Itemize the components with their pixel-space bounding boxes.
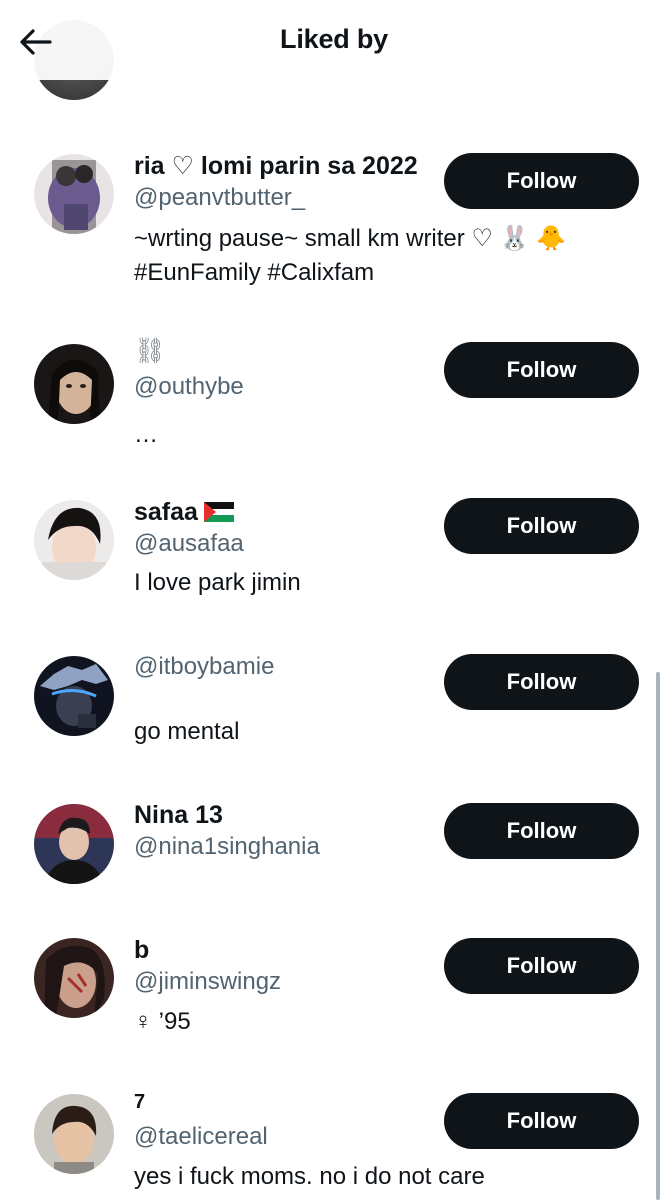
- follow-button[interactable]: Follow: [444, 938, 639, 994]
- user-bio: go mental: [134, 718, 240, 745]
- page-title: Liked by: [280, 24, 388, 54]
- user-handle: @outhybe: [134, 373, 244, 400]
- avatar[interactable]: [34, 344, 114, 424]
- follow-button[interactable]: Follow: [444, 153, 639, 209]
- follow-button[interactable]: Follow: [444, 654, 639, 710]
- follow-button[interactable]: Follow: [444, 498, 639, 554]
- user-bio-line: #EunFamily #Calixfam: [134, 259, 375, 286]
- user-name-text: safaa: [134, 498, 198, 526]
- user-bio: I love park jimin: [134, 569, 301, 596]
- follow-button[interactable]: Follow: [444, 1093, 639, 1149]
- user-name: ria ♡ lomi parin sa 2022: [134, 152, 418, 180]
- user-handle: @jiminswingz: [134, 968, 282, 995]
- user-name: b: [134, 936, 150, 964]
- avatar[interactable]: [34, 804, 114, 884]
- avatar[interactable]: [34, 500, 114, 580]
- user-bio-line: ~wrting pause~ small km writer ♡ 🐰 🐥: [134, 225, 567, 252]
- user-bio: ~wrting pause~ small km writer ♡ 🐰 🐥 #Eu…: [134, 222, 634, 290]
- avatar[interactable]: [34, 154, 114, 234]
- header: Liked by: [0, 0, 668, 80]
- user-handle: @itboybamie: [134, 653, 275, 680]
- user-handle: @ausafaa: [134, 530, 244, 557]
- user-handle: @nina1singhania: [134, 833, 320, 860]
- avatar[interactable]: [34, 938, 114, 1018]
- user-handle: @taelicereal: [134, 1123, 268, 1150]
- user-name: 7: [134, 1091, 146, 1113]
- user-bio: ♀ ’95: [134, 1008, 191, 1035]
- avatar[interactable]: [34, 656, 114, 736]
- follow-button[interactable]: Follow: [444, 803, 639, 859]
- user-handle: @peanvtbutter_: [134, 184, 306, 211]
- user-name: safaa: [134, 497, 234, 527]
- palestine-flag-icon: [203, 502, 234, 522]
- follow-button[interactable]: Follow: [444, 342, 639, 398]
- user-name: Nina 13: [134, 801, 223, 829]
- user-name: ⛓: [134, 337, 166, 365]
- user-bio: yes i fuck moms. no i do not care: [134, 1163, 485, 1190]
- avatar[interactable]: [34, 1094, 114, 1174]
- user-bio: …: [134, 421, 158, 448]
- scrollbar[interactable]: [656, 672, 660, 1200]
